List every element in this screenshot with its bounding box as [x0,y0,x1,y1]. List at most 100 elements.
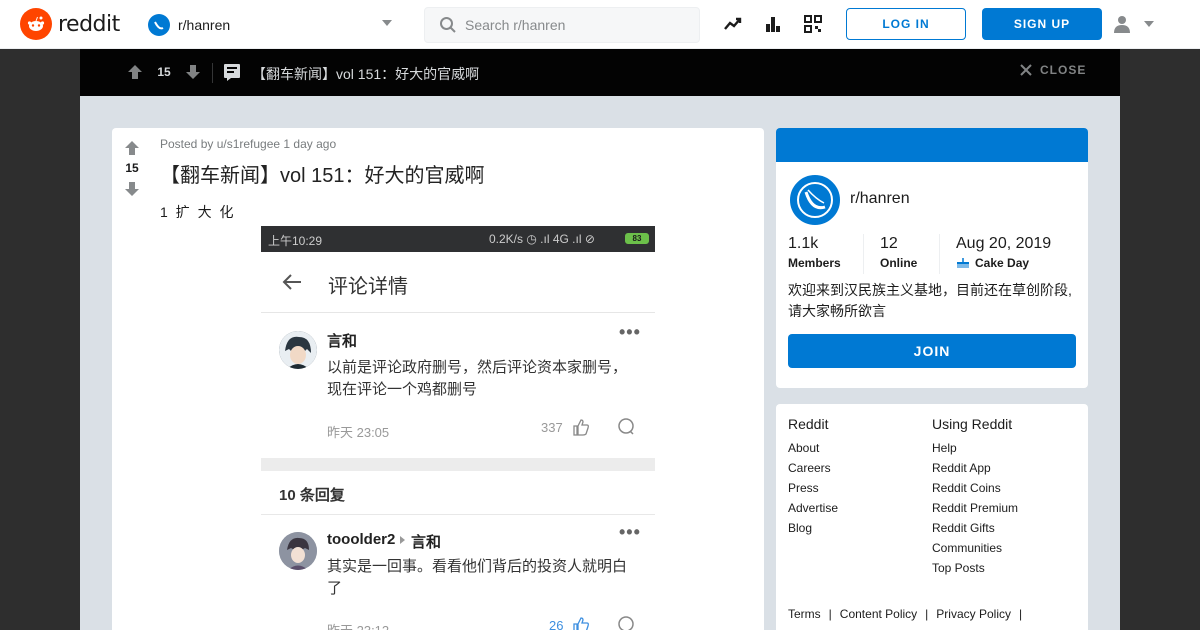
post-title: 【翻车新闻】vol 151：好大的官威啊 [160,165,485,187]
trending-icon[interactable] [722,13,744,35]
links-column-using-reddit: Using Reddit Help Reddit App Reddit Coin… [932,416,1018,578]
subreddit-selector[interactable]: r/hanren [148,12,398,38]
post-image[interactable]: 上午10:29 0.2K/s ◷ .ıl 4G .ıl ⊘ 83 评论详情 言和… [261,226,655,630]
stats-icon[interactable] [762,13,784,35]
reddit-snoo-icon [20,8,52,40]
members-stat: 1.1k Members [788,235,841,270]
search-input[interactable] [465,17,685,33]
cake-icon [957,258,969,268]
community-name[interactable]: r/hanren [850,190,910,208]
subreddit-name: r/hanren [178,17,231,33]
community-card: r/hanren 1.1k Members 12 Online Aug 20, … [776,128,1088,388]
footer-link-privacy-policy[interactable]: Privacy Policy [936,607,1011,621]
comment-time: 昨天 23:05 [327,425,390,440]
thumbs-up-icon [573,419,589,436]
footer-links-card: Reddit About Careers Press Advertise Blo… [776,404,1088,630]
online-count: 12 [880,235,898,252]
more-icon: ••• [619,522,641,542]
logo-wordmark: reddit [58,11,120,37]
footer-link-reddit-premium[interactable]: Reddit Premium [932,498,1018,518]
qr-code-icon[interactable] [802,13,824,35]
user-icon [1114,16,1130,33]
chevron-down-icon [1144,21,1154,27]
divider [863,234,864,274]
footer-link-careers[interactable]: Careers [788,458,838,478]
footer-link-communities[interactable]: Communities [932,538,1018,558]
battery-icon: 83 [625,233,649,244]
footer-link-reddit-gifts[interactable]: Reddit Gifts [932,518,1018,538]
post-bar-title: 【翻车新闻】vol 151：好大的官威啊 [252,66,480,82]
vote-score: 15 [125,161,139,175]
members-count: 1.1k [788,235,819,252]
chevron-down-icon [382,20,392,26]
phone-status-bar: 上午10:29 0.2K/s ◷ .ıl 4G .ıl ⊘ 83 [261,226,655,252]
vote-column: 15 [112,128,152,630]
avatar [279,532,317,570]
post-top-bar: 15 【翻车新闻】vol 151：好大的官威啊 CLOSE [80,49,1120,96]
online-stat: 12 Online [880,235,917,270]
login-button[interactable]: LOG IN [846,8,966,40]
replies-header: 10 条回复 [279,487,345,504]
reddit-logo[interactable]: reddit [20,8,120,40]
footer-link-terms[interactable]: Terms [788,607,821,621]
footer-link-blog[interactable]: Blog [788,518,838,538]
comment-bubble-icon [618,616,634,630]
post-score: 15 [157,65,171,79]
divider [261,514,655,515]
section-gap [261,458,655,471]
reply-to-username: 言和 [411,534,442,551]
comment-detail-title: 评论详情 [328,276,408,298]
user-menu[interactable] [1112,12,1162,36]
comment-text: 以前是评论政府删号，然后评论资本家删号，现在评论一个鸡都删号 [327,359,628,398]
footer-link-press[interactable]: Press [788,478,838,498]
more-icon: ••• [619,322,641,342]
footer-link-help[interactable]: Help [932,438,1018,458]
footer-link-reddit-app[interactable]: Reddit App [932,458,1018,478]
comment-username: 言和 [327,333,358,350]
like-count: 337 [541,420,563,435]
join-button[interactable]: JOIN [788,334,1076,368]
close-button[interactable]: CLOSE [1020,63,1086,77]
search-icon [440,17,456,33]
downvote-icon[interactable] [184,63,202,81]
post-overlay: 15 【翻车新闻】vol 151：好大的官威啊 CLOSE 15 Posted … [80,49,1120,630]
cake-day-stat: Aug 20, 2019 Cake Day [956,235,1051,270]
community-description: 欢迎来到汉民族主义基地，目前还在草创阶段,请大家畅所欲言 [788,282,1072,319]
footer-link-content-policy[interactable]: Content Policy [840,607,917,621]
footer-link-top-posts[interactable]: Top Posts [932,558,1018,578]
upvote-icon[interactable] [123,139,141,157]
links-heading: Reddit [788,416,829,432]
cake-day-date: Aug 20, 2019 [956,235,1052,252]
close-icon [1020,64,1032,76]
comment-bubble-icon [618,418,634,435]
footer-link-reddit-coins[interactable]: Reddit Coins [932,478,1018,498]
comment-time: 昨天 23:12 [327,620,389,630]
links-column-reddit: Reddit About Careers Press Advertise Blo… [788,416,838,538]
signup-button[interactable]: SIGN UP [982,8,1102,40]
search-bar[interactable] [424,7,700,43]
comment-text: 其实是一回事。看看他们背后的投资人就明白了 [327,558,628,597]
divider [939,234,940,274]
post-body-text: 1 扩 大 化 [160,204,236,220]
close-label: CLOSE [1040,63,1087,77]
cake-day-label: Cake Day [975,256,1030,270]
footer-link-about[interactable]: About [788,438,838,458]
divider [212,63,213,83]
online-label: Online [880,256,918,270]
subreddit-icon [148,14,170,36]
members-label: Members [788,256,841,270]
top-header: reddit r/hanren LOG IN SIGN UP [0,0,1200,49]
status-indicators: 0.2K/s ◷ .ıl 4G .ıl ⊘ [489,232,595,246]
status-time: 上午10:29 [268,234,323,248]
footer-link-advertise[interactable]: Advertise [788,498,838,518]
avatar [279,331,317,369]
comment-username: tooolder2 [327,531,396,548]
post-icon [224,64,240,81]
legal-links: Terms | Content Policy | Privacy Policy | [788,607,1023,621]
community-avatar[interactable] [788,173,842,227]
downvote-icon[interactable] [123,180,141,198]
comment-detail-header: 评论详情 [261,252,655,313]
upvote-icon[interactable] [126,63,144,81]
like-count: 26 [549,618,564,630]
post-meta[interactable]: Posted by u/s1refugee 1 day ago [160,137,336,151]
